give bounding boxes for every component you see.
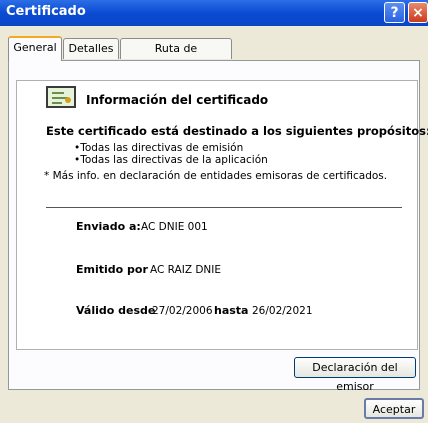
help-button[interactable]: ?	[384, 2, 405, 23]
valid-from-label: Válido desde	[76, 304, 156, 317]
purposes-heading: Este certificado está destinado a los si…	[46, 124, 428, 138]
certificate-dialog: Certificado ? × General Detalles Ruta de…	[0, 0, 428, 423]
tab-general[interactable]: General	[8, 36, 62, 61]
issuer-statement-button[interactable]: Declaración del emisor	[294, 357, 416, 393]
close-button[interactable]: ×	[408, 2, 428, 23]
issued-by-value: AC RAIZ DNIE	[150, 264, 222, 276]
separator	[46, 207, 402, 208]
valid-to-label: hasta	[214, 304, 249, 317]
issued-by-label: Emitido por	[76, 263, 148, 276]
tab-details[interactable]: Detalles	[63, 38, 119, 59]
issued-to-label: Enviado a:	[76, 220, 141, 233]
purpose-item: •Todas las directivas de emisión	[74, 142, 244, 154]
more-info-note: * Más info. en declaración de entidades …	[44, 170, 388, 182]
valid-from-value: 27/02/2006	[152, 305, 213, 317]
certificate-info-title: Información del certificado	[86, 93, 269, 107]
window-title: Certificado	[6, 4, 86, 19]
valid-to-value: 26/02/2021	[252, 305, 313, 317]
certificate-icon	[46, 86, 76, 108]
purpose-item: •Todas las directivas de la aplicación	[74, 154, 268, 166]
tab-certification-path[interactable]: Ruta de certificación	[120, 38, 232, 75]
title-bar[interactable]: Certificado ? ×	[0, 0, 428, 26]
issued-to-value: AC DNIE 001	[141, 221, 208, 233]
accept-button[interactable]: Aceptar	[364, 398, 424, 419]
